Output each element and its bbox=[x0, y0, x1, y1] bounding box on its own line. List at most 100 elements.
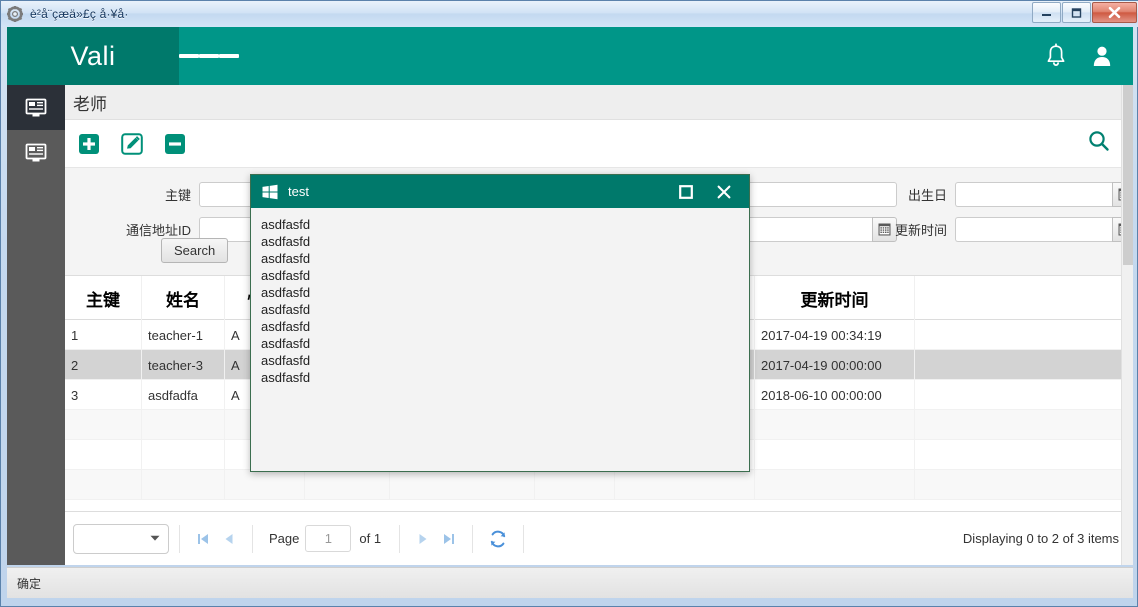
main-vertical-scrollbar[interactable] bbox=[1121, 85, 1133, 565]
table-cell: 2017-04-19 00:34:19 bbox=[755, 320, 915, 350]
app-brand[interactable]: Vali bbox=[7, 27, 179, 85]
refresh-button[interactable] bbox=[483, 525, 513, 553]
page-count-label: of 1 bbox=[359, 531, 382, 546]
plus-square-icon bbox=[79, 133, 99, 154]
table-row[interactable] bbox=[65, 470, 1133, 500]
minimize-button[interactable] bbox=[1032, 2, 1061, 23]
hamburger-icon[interactable] bbox=[179, 27, 239, 85]
sidebar bbox=[7, 85, 65, 565]
pencil-square-icon bbox=[121, 132, 143, 155]
table-cell bbox=[755, 440, 915, 470]
table-cell bbox=[755, 410, 915, 440]
chevron-down-icon bbox=[150, 535, 160, 541]
table-cell bbox=[65, 440, 142, 470]
sidebar-item-1[interactable] bbox=[7, 85, 65, 130]
table-cell bbox=[305, 470, 390, 500]
dialog-line: asdfasfd bbox=[261, 234, 311, 249]
table-cell bbox=[142, 440, 225, 470]
gear-icon bbox=[7, 6, 23, 22]
grid-col-header-id[interactable]: 主键 bbox=[65, 276, 142, 320]
table-cell bbox=[390, 470, 535, 500]
dialog-line: asdfasfd bbox=[261, 336, 311, 351]
hamburger-bar bbox=[219, 54, 239, 58]
filter-input-birthdate[interactable] bbox=[955, 182, 1112, 207]
windows-logo-icon bbox=[262, 184, 278, 200]
page-size-select[interactable] bbox=[73, 523, 169, 554]
os-window: è²å¨çæä»£ç å·¥å· Vali 老师 主键 出生日 通信地址ID 更… bbox=[0, 0, 1138, 607]
page-title: 老师 bbox=[73, 94, 107, 114]
dialog-line: asdfasfd bbox=[261, 319, 311, 334]
edit-button[interactable] bbox=[120, 132, 144, 156]
sidebar-item-2[interactable] bbox=[7, 130, 65, 175]
magnifier-icon bbox=[1089, 131, 1109, 151]
maximize-button[interactable] bbox=[1062, 2, 1091, 23]
pager-separator bbox=[472, 524, 474, 553]
table-cell bbox=[915, 470, 1133, 500]
status-text: 确定 bbox=[17, 576, 42, 591]
table-cell bbox=[915, 320, 1133, 350]
table-cell: teacher-3 bbox=[142, 350, 225, 380]
pager-separator bbox=[523, 524, 525, 553]
table-cell bbox=[915, 380, 1133, 410]
table-cell bbox=[65, 410, 142, 440]
page-label: Page bbox=[269, 531, 300, 546]
dialog-close-button[interactable] bbox=[705, 175, 743, 208]
maximize-icon bbox=[1071, 7, 1082, 18]
grid-col-header-9[interactable] bbox=[915, 276, 1133, 320]
last-page-button[interactable] bbox=[436, 525, 462, 553]
test-dialog: test asdfasfd asdfasfd asdfasfd asdfasfd asd… bbox=[250, 174, 750, 472]
dialog-line: asdfasfd bbox=[261, 370, 311, 385]
table-cell bbox=[615, 470, 755, 500]
filter-label-birthdate: 出生日 bbox=[907, 188, 947, 203]
page-number-input[interactable] bbox=[305, 525, 352, 552]
table-cell bbox=[142, 470, 225, 500]
next-page-button[interactable] bbox=[410, 525, 436, 553]
filter-input-update-time[interactable] bbox=[955, 217, 1112, 242]
dialog-line: asdfasfd bbox=[261, 302, 311, 317]
table-cell: teacher-1 bbox=[142, 320, 225, 350]
minimize-icon bbox=[1042, 13, 1051, 16]
screen-icon bbox=[25, 98, 47, 116]
notifications-button[interactable] bbox=[1033, 27, 1079, 85]
dialog-maximize-button[interactable] bbox=[667, 175, 705, 208]
scrollbar-thumb[interactable] bbox=[1123, 85, 1133, 265]
table-cell bbox=[142, 410, 225, 440]
dialog-line: asdfasfd bbox=[261, 353, 311, 368]
close-icon bbox=[717, 185, 731, 198]
refresh-icon bbox=[490, 530, 506, 547]
account-button[interactable] bbox=[1079, 27, 1125, 85]
record-toolbar bbox=[65, 120, 1133, 168]
hamburger-bar bbox=[199, 54, 219, 58]
first-page-icon bbox=[198, 533, 208, 544]
display-info: Displaying 0 to 2 of 3 items bbox=[962, 531, 1119, 546]
filter-label-address-id: 通信地址ID bbox=[125, 223, 191, 238]
search-button[interactable]: Search bbox=[161, 238, 229, 263]
table-cell bbox=[755, 470, 915, 500]
table-cell: asdfadfa bbox=[142, 380, 225, 410]
table-cell bbox=[225, 470, 305, 500]
grid-col-header-name[interactable]: 姓名 bbox=[142, 276, 225, 320]
first-page-button[interactable] bbox=[190, 525, 216, 553]
delete-button[interactable] bbox=[163, 132, 187, 156]
window-titlebar[interactable]: è²å¨çæä»£ç å·¥å· bbox=[1, 1, 1138, 27]
add-button[interactable] bbox=[77, 132, 101, 156]
table-cell bbox=[535, 470, 615, 500]
grid-col-header-update-time[interactable]: 更新时间 bbox=[755, 276, 915, 320]
close-icon bbox=[1108, 6, 1121, 19]
search-toggle-button[interactable] bbox=[1087, 129, 1111, 158]
prev-page-button[interactable] bbox=[216, 525, 242, 553]
prev-page-icon bbox=[225, 533, 233, 544]
dialog-titlebar[interactable]: test bbox=[251, 175, 749, 208]
table-cell: 1 bbox=[65, 320, 142, 350]
dialog-line: asdfasfd bbox=[261, 217, 311, 232]
screen-icon bbox=[25, 143, 47, 161]
dialog-line: asdfasfd bbox=[261, 285, 311, 300]
pagination-bar: Page of 1 bbox=[65, 511, 1133, 565]
table-cell: 2017-04-19 00:00:00 bbox=[755, 350, 915, 380]
app-header-bar: Vali bbox=[7, 27, 1133, 85]
table-cell: 2018-06-10 00:00:00 bbox=[755, 380, 915, 410]
close-button[interactable] bbox=[1092, 2, 1137, 23]
next-page-icon bbox=[419, 533, 427, 544]
dialog-line: asdfasfd bbox=[261, 251, 311, 266]
dialog-title: test bbox=[288, 184, 309, 199]
